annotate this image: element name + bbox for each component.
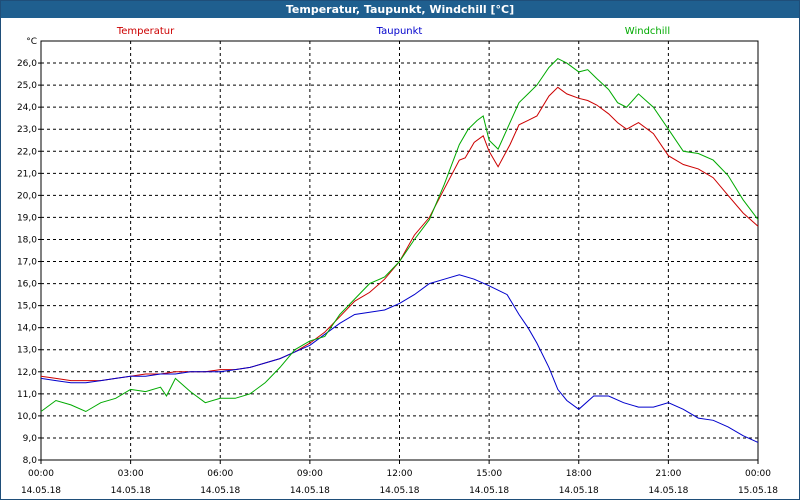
y-tick-label: 22,0 <box>17 147 37 157</box>
y-tick-label: 8,0 <box>23 456 38 466</box>
y-tick-label: 25,0 <box>17 81 37 91</box>
x-tick-time: 00:00 <box>745 469 771 479</box>
y-tick-label: 26,0 <box>17 59 37 69</box>
y-tick-label: 11,0 <box>17 390 37 400</box>
x-tick-time: 00:00 <box>28 469 54 479</box>
y-tick-label: 17,0 <box>17 258 37 268</box>
x-tick-time: 12:00 <box>387 469 413 479</box>
x-tick-date: 14.05.18 <box>469 486 509 496</box>
y-tick-label: 18,0 <box>17 235 37 245</box>
y-tick-label: 14,0 <box>17 324 37 334</box>
legend-temperatur: Temperatur <box>116 26 175 37</box>
y-tick-label: 21,0 <box>17 169 37 179</box>
x-tick-date: 15.05.18 <box>738 486 778 496</box>
x-tick-date: 14.05.18 <box>111 486 151 496</box>
x-tick-date: 14.05.18 <box>648 486 688 496</box>
x-tick-time: 03:00 <box>118 469 144 479</box>
y-tick-label: 16,0 <box>17 280 37 290</box>
y-tick-label: 24,0 <box>17 103 37 113</box>
y-tick-label: 20,0 <box>17 191 37 201</box>
x-tick-time: 18:00 <box>566 469 592 479</box>
x-tick-date: 14.05.18 <box>200 486 240 496</box>
x-tick-date: 14.05.18 <box>21 486 61 496</box>
x-tick-time: 09:00 <box>297 469 323 479</box>
y-tick-label: 12,0 <box>17 368 37 378</box>
x-tick-date: 14.05.18 <box>559 486 599 496</box>
y-tick-label: 10,0 <box>17 412 37 422</box>
chart-window: Temperatur, Taupunkt, Windchill [°C] 8,0… <box>0 0 800 500</box>
legend-taupunkt: Taupunkt <box>376 26 423 37</box>
y-tick-label: 23,0 <box>17 125 37 135</box>
y-tick-label: 15,0 <box>17 302 37 312</box>
x-tick-date: 14.05.18 <box>379 486 419 496</box>
line-chart: 8,0 9,0 10,0 11,0 12,0 13,0 14,0 15,0 16,0 17,0 18… <box>17 26 778 496</box>
y-tick-label: 9,0 <box>23 434 38 444</box>
chart-title: Temperatur, Taupunkt, Windchill [°C] <box>1 1 799 18</box>
x-tick-date: 14.05.18 <box>290 486 330 496</box>
y-axis-label: °C <box>26 37 37 47</box>
legend-windchill: Windchill <box>625 26 670 37</box>
x-tick-time: 15:00 <box>476 469 502 479</box>
y-tick-label: 19,0 <box>17 213 37 223</box>
x-tick-time: 06:00 <box>207 469 233 479</box>
y-tick-label: 13,0 <box>17 346 37 356</box>
x-tick-time: 21:00 <box>655 469 681 479</box>
